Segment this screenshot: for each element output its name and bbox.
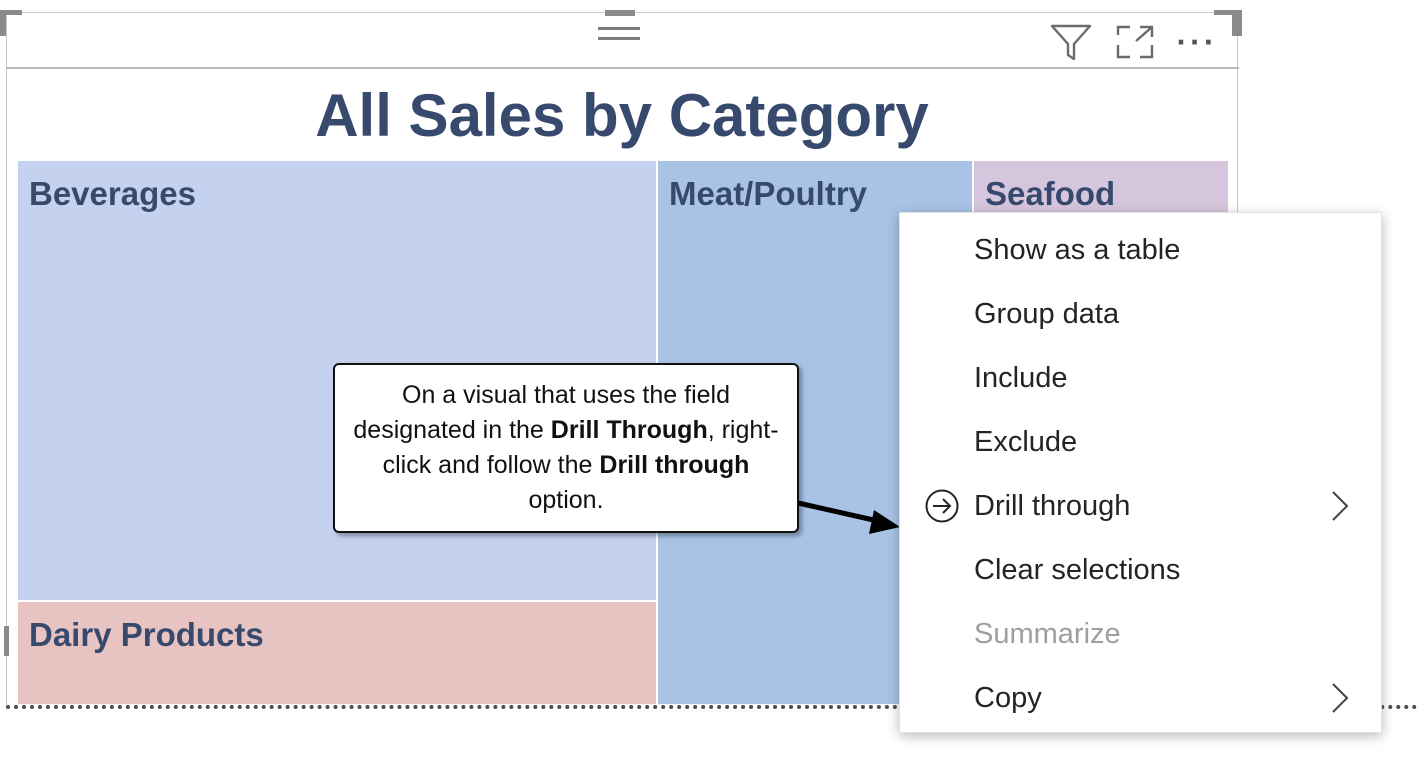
callout-annotation: On a visual that uses the field designat… [333, 363, 799, 533]
menu-item-copy[interactable]: Copy [900, 666, 1381, 730]
more-options-icon[interactable]: ··· [1172, 22, 1222, 62]
treemap-tile-label: Beverages [29, 175, 196, 212]
menu-item-label: Copy [974, 681, 1042, 714]
callout-bold-drill-through-field: Drill Through [550, 416, 708, 444]
menu-item-label: Summarize [974, 617, 1121, 650]
menu-item-summarize: Summarize [900, 602, 1381, 666]
resize-handle-top[interactable] [605, 10, 635, 16]
menu-item-label: Include [974, 361, 1068, 394]
menu-item-label: Clear selections [974, 553, 1181, 586]
treemap-tile-dairy-products[interactable]: Dairy Products [16, 600, 658, 706]
treemap-tile-label: Seafood [985, 175, 1116, 212]
resize-corner-top-right-vertical[interactable] [1232, 10, 1242, 36]
menu-item-exclude[interactable]: Exclude [900, 410, 1381, 474]
treemap-tile-label: Dairy Products [29, 616, 264, 653]
treemap-tile-seafood[interactable]: Seafood [972, 159, 1230, 219]
focus-mode-icon[interactable] [1112, 22, 1158, 62]
filter-icon[interactable] [1048, 22, 1094, 62]
menu-item-label: Show as a table [974, 233, 1181, 266]
resize-corner-top-left-vertical[interactable] [0, 10, 6, 36]
menu-item-drill-through[interactable]: Drill through [900, 474, 1381, 538]
menu-item-label: Group data [974, 297, 1120, 330]
chevron-right-icon [1332, 491, 1349, 521]
chevron-right-icon [1332, 683, 1349, 713]
menu-item-label: Exclude [974, 425, 1078, 458]
treemap-tile-label: Meat/Poultry [669, 175, 868, 212]
callout-arrow-icon [797, 500, 900, 534]
visual-header-divider [6, 67, 1239, 69]
callout-bold-drill-through-option: Drill through [599, 451, 750, 479]
menu-item-group-data[interactable]: Group data [900, 282, 1381, 346]
drag-handle-icon[interactable] [596, 27, 642, 49]
context-menu: Show as a table Group data Include Exclu… [899, 212, 1382, 733]
drill-through-icon [925, 489, 959, 523]
menu-item-label: Drill through [974, 489, 1131, 522]
menu-item-clear-selections[interactable]: Clear selections [900, 538, 1381, 602]
menu-item-include[interactable]: Include [900, 346, 1381, 410]
callout-text: On a visual that uses the field designat… [349, 378, 783, 518]
visual-title: All Sales by Category [315, 82, 929, 149]
callout-text-part: option. [528, 486, 604, 514]
menu-item-show-as-table[interactable]: Show as a table [900, 218, 1381, 282]
resize-handle-left[interactable] [4, 626, 9, 656]
